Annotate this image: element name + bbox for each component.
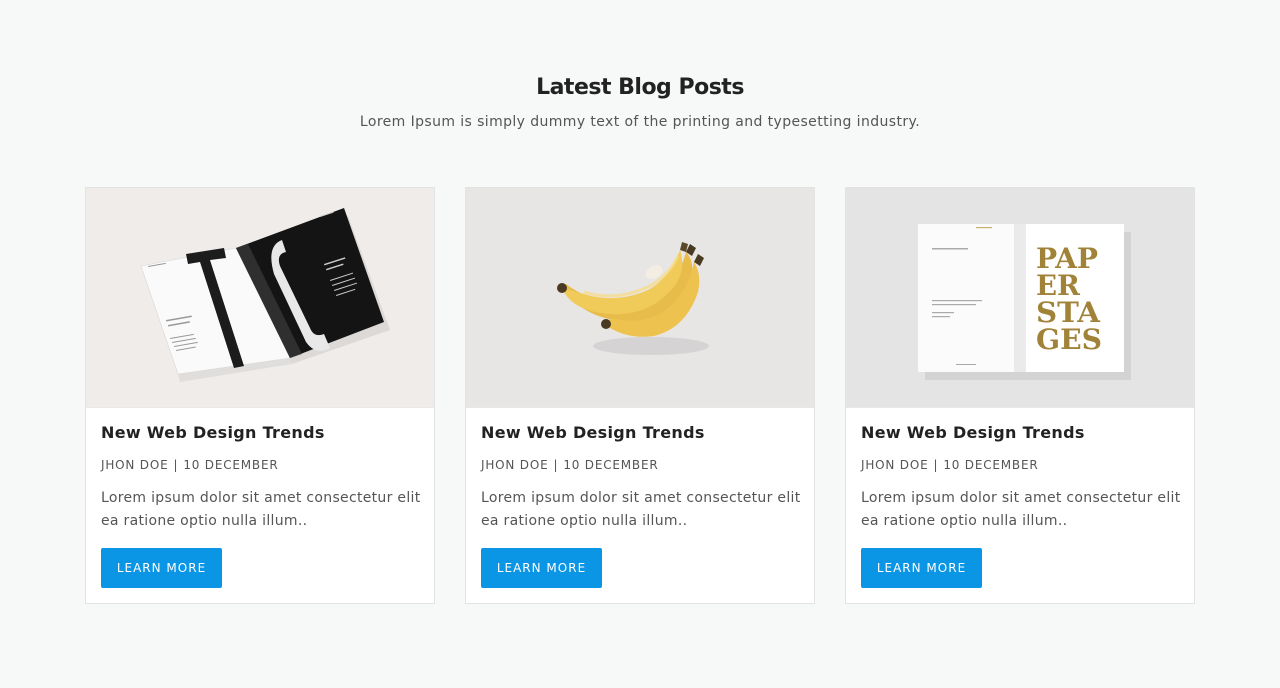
blog-post-card: New Web Design Trends JHON DOE | 10 DECEMB…: [85, 187, 435, 604]
post-excerpt: Lorem ipsum dolor sit amet consectetur e…: [101, 490, 421, 529]
post-meta: JHON DOE | 10 DECEMBER: [481, 457, 659, 473]
post-image-paper-stages-book[interactable]: PAP ER STA GES: [846, 188, 1194, 408]
meta-separator: |: [553, 458, 559, 472]
learn-more-button[interactable]: LEARN MORE: [481, 548, 602, 588]
section-title: Latest Blog Posts: [536, 75, 744, 100]
blog-post-grid: New Web Design Trends JHON DOE | 10 DECEMB…: [85, 187, 1195, 604]
learn-more-button[interactable]: LEARN MORE: [101, 548, 222, 588]
svg-text:GES: GES: [1036, 323, 1102, 356]
post-date: 10 DECEMBER: [943, 458, 1039, 472]
learn-more-button[interactable]: LEARN MORE: [861, 548, 982, 588]
post-author: JHON DOE: [481, 458, 549, 472]
post-author: JHON DOE: [861, 458, 929, 472]
meta-separator: |: [933, 458, 939, 472]
post-title[interactable]: New Web Design Trends: [101, 422, 325, 444]
post-title[interactable]: New Web Design Trends: [861, 422, 1085, 444]
post-title[interactable]: New Web Design Trends: [481, 422, 705, 444]
section-subtitle: Lorem Ipsum is simply dummy text of the …: [359, 114, 921, 130]
post-excerpt: Lorem ipsum dolor sit amet consectetur e…: [861, 490, 1181, 529]
post-meta: JHON DOE | 10 DECEMBER: [861, 457, 1039, 473]
post-excerpt: Lorem ipsum dolor sit amet consectetur e…: [481, 490, 801, 529]
meta-separator: |: [173, 458, 179, 472]
post-meta: JHON DOE | 10 DECEMBER: [101, 457, 279, 473]
post-author: JHON DOE: [101, 458, 169, 472]
post-image-banana[interactable]: [466, 188, 814, 408]
blog-post-card: New Web Design Trends JHON DOE | 10 DECEMB…: [465, 187, 815, 604]
post-date: 10 DECEMBER: [563, 458, 659, 472]
post-date: 10 DECEMBER: [183, 458, 279, 472]
post-image-magazine[interactable]: [86, 188, 434, 408]
blog-post-card: PAP ER STA GES New Web Design Trends JHO…: [845, 187, 1195, 604]
